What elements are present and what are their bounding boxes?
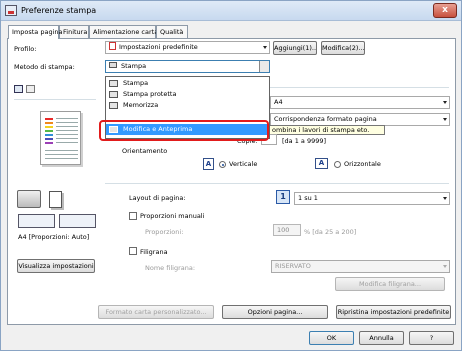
text-line [56,122,78,123]
printer-icon [109,80,118,87]
divider [105,183,449,184]
manual-scaling-checkbox[interactable] [129,212,137,220]
chevron-down-icon [443,118,447,121]
page-size-value: A4 [274,98,283,106]
dropdown-item-store[interactable]: Memorizza [106,100,269,111]
landscape-label: Orizzontale [344,160,381,168]
copies-stack-icon [49,191,62,208]
chevron-down-icon [263,46,267,49]
restore-defaults-button[interactable]: Ripristina impostazioni predefinite [336,305,451,319]
page-preview [40,111,81,165]
view-settings-button[interactable]: Visualizza impostazioni [17,259,95,273]
print-method-label: Metodo di stampa: [14,63,75,71]
finishing-icons-left[interactable] [18,214,55,228]
callout-highlight [99,120,269,141]
text-line [45,158,78,159]
text-line [56,134,78,135]
print-method-select[interactable]: Stampa [105,60,270,73]
text-line [56,126,78,127]
page-options-button[interactable]: Opzioni pagina... [222,305,328,319]
custom-paper-size-button: Formato carta personalizzato... [98,305,214,319]
text-line [45,150,78,151]
color-stripe [45,126,53,128]
layout-select[interactable]: 1 su 1 [294,192,450,205]
watermark-value: RISERVATO [275,262,311,270]
chevron-down-icon [443,197,447,200]
layout-label: Layout di pagina: [129,194,186,202]
window-title: Preferenze stampa [21,6,97,15]
layout-icon: 1 [276,190,290,204]
text-line [56,142,78,143]
printer-icon [5,5,17,16]
finishing-icons-right[interactable] [59,214,96,228]
color-stripe [45,122,53,124]
tab-paper-source[interactable]: Alimentazione carta [89,25,158,38]
preview-caption: A4 [Proporzioni: Auto] [18,233,90,241]
tab-finishing[interactable]: Finitura [59,25,89,38]
chevron-down-icon [443,265,447,268]
dropdown-item-label: Stampa [123,79,149,87]
portrait-icon: A [203,158,214,170]
text-line [56,138,78,139]
divider [14,99,96,100]
dropdown-item-secure-print[interactable]: Stampa protetta [106,89,269,100]
close-button[interactable]: x [433,3,457,18]
portrait-label: Verticale [229,160,258,168]
edit-profile-button[interactable]: Modifica(2)... [321,41,365,55]
profile-select[interactable]: Impostazioni predefinite [105,41,270,54]
orientation-label: Orientamento [122,147,168,155]
print-method-value: Stampa [121,62,147,70]
color-stripe [45,134,53,136]
print-preferences-window: Preferenze stampa x Imposta pagina Finit… [0,0,462,351]
profile-value: Impostazioni predefinite [119,43,198,51]
manual-scaling-label: Proporzioni manuali [140,212,205,220]
text-line [45,154,78,155]
scaling-hint: % [da 25 a 200] [304,228,357,236]
color-stripe [45,142,53,144]
title-bar: Preferenze stampa x [1,1,461,21]
color-stripe [45,118,53,120]
secure-print-icon [109,91,118,98]
chevron-down-icon [443,101,447,104]
profile-icon [109,42,116,50]
printer-icon [109,62,117,68]
page-size-select[interactable]: A4 [270,96,450,109]
profile-label: Profilo: [14,45,37,53]
tab-page-setup[interactable]: Imposta pagina [8,25,62,39]
scaling-value: 100 [277,226,290,234]
landscape-radio[interactable] [334,161,341,168]
landscape-icon: A [315,158,328,169]
edit-watermark-button: Modifica filigrana... [335,277,445,291]
text-line [56,118,78,119]
tab-quality[interactable]: Qualità [156,25,188,38]
color-stripe [45,138,53,140]
dropdown-item-label: Memorizza [123,101,159,109]
watermark-select: RISERVATO [271,260,450,273]
printer-view-icon[interactable] [26,85,35,93]
printer-graphic-icon [17,190,41,208]
scaling-spinner: 100 [273,224,301,236]
store-icon [109,102,118,109]
layout-value: 1 su 1 [298,194,318,202]
watermark-label: Filigrana [140,248,168,256]
output-size-value: Corrispondenza formato pagina [274,115,377,123]
chevron-down-icon [259,61,269,72]
portrait-radio[interactable] [219,161,226,168]
color-stripe [45,130,53,132]
cancel-button[interactable]: Annulla [359,331,404,345]
help-button[interactable]: ? [409,331,454,345]
ok-button[interactable]: OK [309,331,354,345]
text-line [56,130,78,131]
dropdown-item-label: Stampa protetta [123,90,177,98]
watermark-checkbox[interactable] [129,247,137,255]
watermark-name-label: Nome filigrana: [145,264,196,272]
dropdown-item-print[interactable]: Stampa [106,78,269,89]
combine-tooltip: ombina i lavori di stampa eto. [269,125,385,135]
preview-view-icon[interactable] [14,85,23,93]
copies-hint: [da 1 a 9999] [282,137,327,145]
scaling-label: Proporzioni: [145,228,184,236]
add-profile-button[interactable]: Aggiungi(1)... [273,41,317,55]
